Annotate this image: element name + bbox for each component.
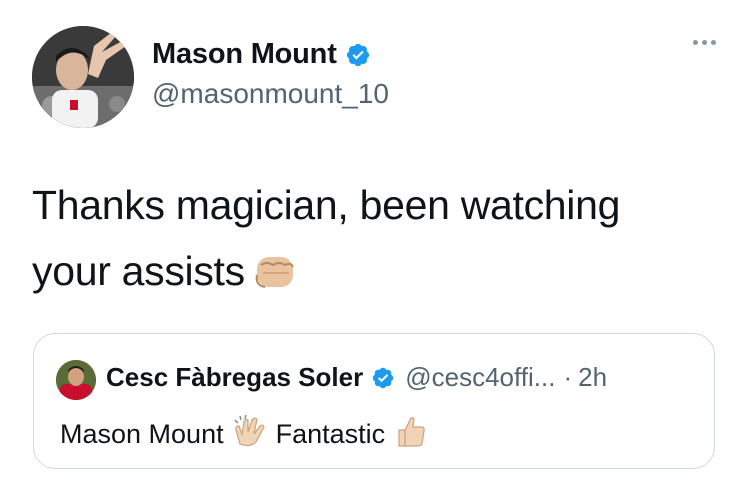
quoted-avatar[interactable] — [56, 360, 96, 400]
quoted-text-part2: Fantastic — [275, 419, 386, 449]
tweet-text: Thanks magician, been watching your assi… — [32, 172, 692, 310]
quoted-header: Cesc Fàbregas Soler @cesc4offi... · 2h — [106, 362, 607, 393]
clapping-hands-icon — [232, 414, 268, 455]
verified-badge-icon — [345, 42, 371, 68]
quoted-display-name[interactable]: Cesc Fàbregas Soler — [106, 362, 363, 393]
quoted-tweet[interactable]: Cesc Fàbregas Soler @cesc4offi... · 2h M… — [33, 333, 715, 469]
verified-badge-icon — [371, 366, 395, 390]
thumbs-up-icon — [393, 414, 427, 455]
quoted-avatar-photo — [56, 360, 96, 400]
oncoming-fist-icon — [253, 244, 297, 310]
separator-dot: · — [563, 362, 573, 392]
author-name-row: Mason Mount — [152, 38, 371, 71]
avatar-photo — [32, 26, 134, 128]
quoted-handle[interactable]: @cesc4offi... — [405, 362, 555, 393]
avatar[interactable] — [32, 26, 134, 128]
quoted-text-part1: Mason Mount — [60, 419, 224, 449]
display-name[interactable]: Mason Mount — [152, 38, 337, 71]
tweet-text-content: Thanks magician, been watching your assi… — [32, 182, 621, 294]
tweet-card: Mason Mount @masonmount_10 Thanks magici… — [0, 0, 750, 495]
more-horizontal-icon[interactable] — [693, 40, 716, 45]
quoted-text: Mason Mount Fantastic — [60, 414, 435, 455]
quoted-timestamp[interactable]: 2h — [578, 362, 607, 393]
handle[interactable]: @masonmount_10 — [152, 78, 389, 110]
